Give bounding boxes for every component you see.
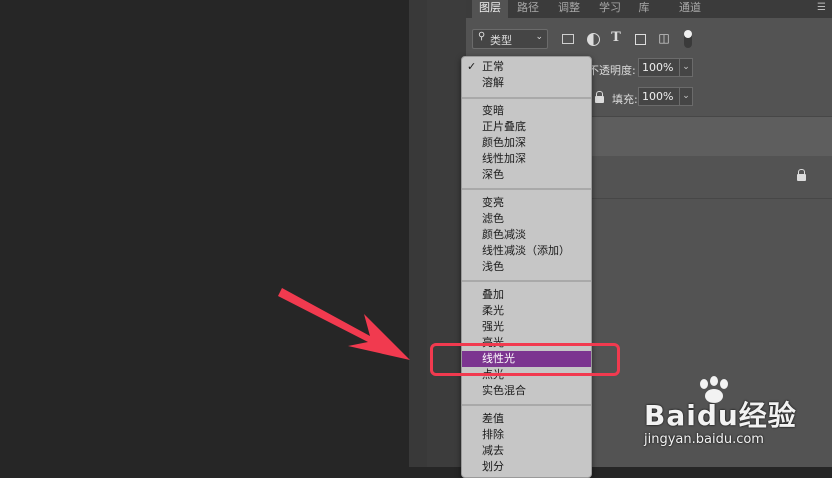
menu-item-darker-color[interactable]: 深色 <box>462 167 591 183</box>
tab-adjustments[interactable]: 调整 <box>551 0 587 18</box>
adjustment-filter-icon[interactable] <box>587 33 600 46</box>
opacity-dropdown-button[interactable]: ⌄ <box>679 58 693 77</box>
tab-channels[interactable]: 通道 <box>670 0 710 18</box>
menu-separator <box>462 97 591 99</box>
image-filter-icon[interactable] <box>562 34 574 44</box>
menu-item-lighter-color[interactable]: 浅色 <box>462 259 591 275</box>
search-icon: ⚲ <box>478 31 486 42</box>
menu-item-normal[interactable]: ✓ 正常 <box>462 59 591 75</box>
menu-item-color-burn[interactable]: 颜色加深 <box>462 135 591 151</box>
menu-separator <box>462 188 591 190</box>
menu-item-exclusion[interactable]: 排除 <box>462 427 591 443</box>
tab-learn[interactable]: 学习 <box>592 0 628 18</box>
smart-object-filter-icon[interactable]: ◫ <box>657 31 671 45</box>
menu-item-hard-mix[interactable]: 实色混合 <box>462 383 591 399</box>
menu-item-linear-burn[interactable]: 线性加深 <box>462 151 591 167</box>
menu-item-divide[interactable]: 划分 <box>462 459 591 475</box>
menu-separator <box>462 404 591 406</box>
tab-libraries[interactable]: 库 <box>632 0 656 18</box>
menu-item-soft-light[interactable]: 柔光 <box>462 303 591 319</box>
document-canvas-area[interactable] <box>0 0 409 467</box>
menu-item-difference[interactable]: 差值 <box>462 411 591 427</box>
lock-all-icon[interactable] <box>595 91 604 103</box>
shape-filter-icon[interactable] <box>635 34 646 45</box>
tab-layers[interactable]: 图层 <box>472 0 508 18</box>
annotation-highlight-box <box>430 343 620 376</box>
fill-dropdown-button[interactable]: ⌄ <box>679 87 693 106</box>
panel-dock-strip <box>409 0 427 467</box>
menu-item-overlay[interactable]: 叠加 <box>462 287 591 303</box>
watermark-url: jingyan.baidu.com <box>644 432 764 447</box>
kind-select-label: 类型 <box>490 34 512 47</box>
menu-item-linear-dodge[interactable]: 线性减淡（添加） <box>462 243 591 259</box>
type-filter-icon[interactable]: T <box>609 31 623 45</box>
watermark: Baidu经验 jingyan.baidu.com <box>640 372 830 462</box>
blend-mode-menu: ✓ 正常 溶解 变暗 正片叠底 颜色加深 线性加深 深色 变亮 滤色 颜色减淡 线… <box>461 56 592 478</box>
menu-item-darken[interactable]: 变暗 <box>462 103 591 119</box>
panel-tab-bar: 图层 路径 调整 学习 库 通道 ☰ <box>466 0 832 18</box>
menu-item-screen[interactable]: 滤色 <box>462 211 591 227</box>
annotation-arrow-icon <box>278 288 410 360</box>
menu-separator <box>462 280 591 282</box>
opacity-input[interactable]: 100% <box>638 58 681 77</box>
layer-kind-select[interactable]: ⚲ 类型 ⌄ <box>472 29 548 49</box>
menu-item-hard-light[interactable]: 强光 <box>462 319 591 335</box>
toggle-knob-icon <box>684 30 692 38</box>
opacity-label: 不透明度: <box>588 64 636 77</box>
chevron-down-icon: ⌄ <box>535 32 543 42</box>
watermark-brand: Baidu经验 <box>644 399 797 432</box>
checkmark-icon: ✓ <box>467 60 477 73</box>
filter-toggle[interactable] <box>684 30 692 48</box>
menu-item-multiply[interactable]: 正片叠底 <box>462 119 591 135</box>
tab-paths[interactable]: 路径 <box>510 0 546 18</box>
fill-label: 填充: <box>612 93 638 106</box>
menu-item-color-dodge[interactable]: 颜色减淡 <box>462 227 591 243</box>
menu-item-subtract[interactable]: 减去 <box>462 443 591 459</box>
layer-filter-row: ⚲ 类型 ⌄ T ◫ <box>466 26 832 54</box>
lock-icon <box>797 169 806 181</box>
fill-input[interactable]: 100% <box>638 87 681 106</box>
menu-item-lighten[interactable]: 变亮 <box>462 195 591 211</box>
hamburger-icon[interactable]: ☰ <box>817 2 826 13</box>
menu-item-dissolve[interactable]: 溶解 <box>462 75 591 91</box>
